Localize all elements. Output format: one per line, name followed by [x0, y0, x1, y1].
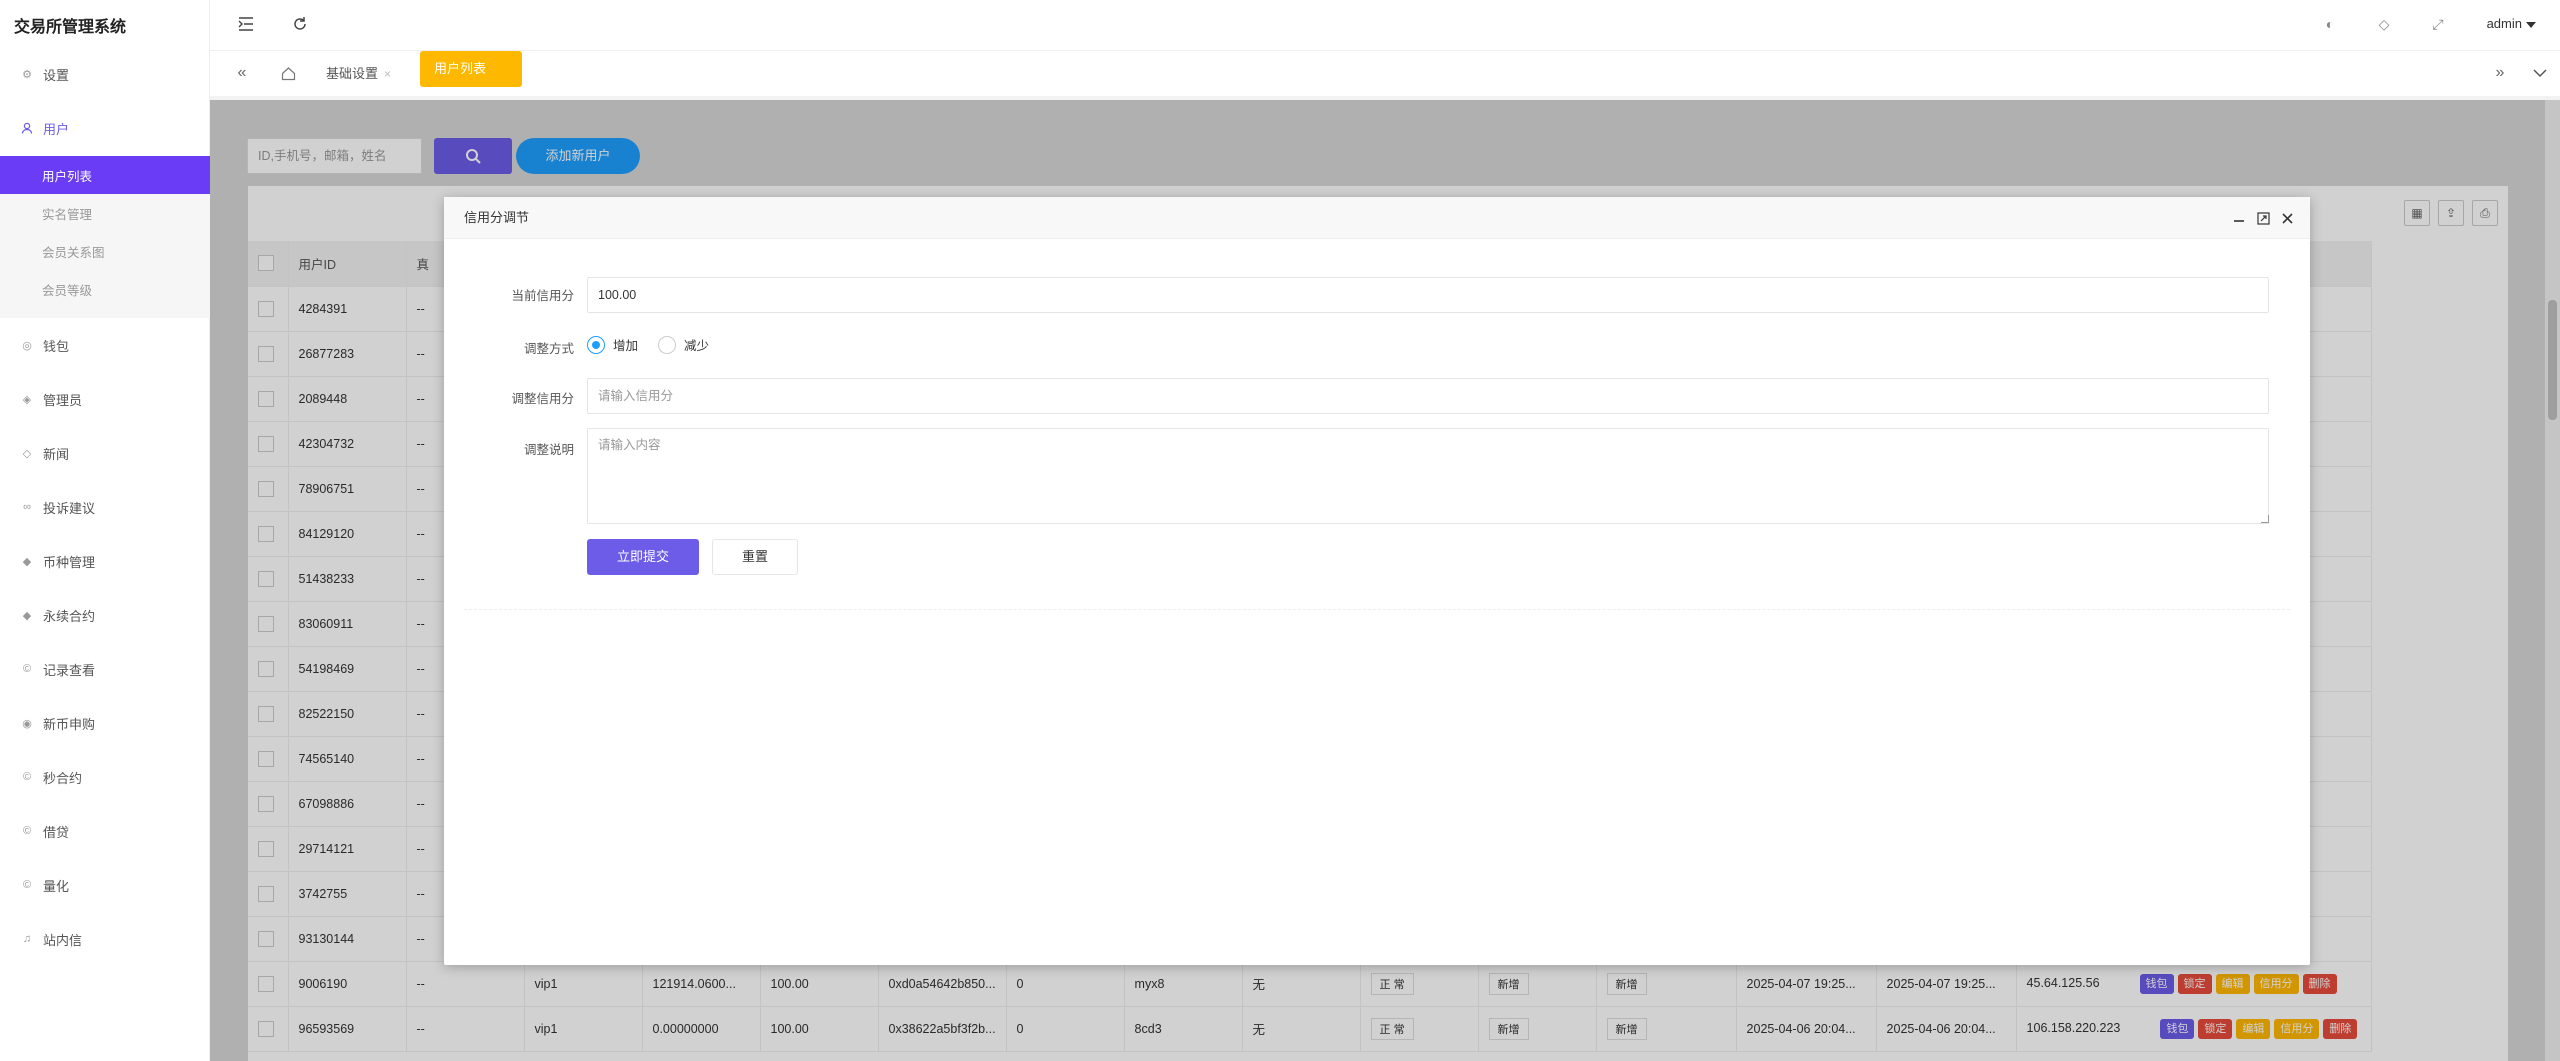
top-header: ◐ ◇ ⤢ admin	[210, 0, 2560, 50]
sidebar-item-label: 设置	[43, 67, 70, 83]
tabs-prev-icon[interactable]: «	[230, 61, 254, 85]
refresh-icon[interactable]	[290, 14, 310, 34]
note-textarea[interactable]: 请输入内容	[587, 428, 2269, 524]
admin-menu[interactable]: admin	[2487, 16, 2536, 31]
sidebar-item-wallet[interactable]: ◎ 钱包	[0, 318, 210, 372]
sidebar-item-loan[interactable]: © 借贷	[0, 804, 210, 858]
sidebar-item-label: 记录查看	[43, 662, 96, 678]
radio-label: 减少	[684, 339, 710, 353]
close-icon[interactable]	[2278, 209, 2296, 227]
diamond-icon: ◆	[22, 555, 32, 568]
tag-icon[interactable]: ◇	[2374, 14, 2394, 34]
submit-button[interactable]: 立即提交	[587, 539, 699, 575]
sidebar-item-messages[interactable]: ♫ 站内信	[0, 912, 210, 966]
sidebar-item-settings[interactable]: ⚙ 设置	[0, 48, 210, 100]
users-submenu: 用户列表 实名管理 会员关系图 会员等级	[0, 156, 210, 318]
user-icon	[20, 121, 34, 135]
wallet-icon: ◎	[22, 339, 32, 352]
dialog-title: 信用分调节	[444, 197, 2310, 239]
radio-unchecked-icon	[658, 335, 677, 354]
tabs-next-icon[interactable]: »	[2488, 61, 2512, 85]
tab-label: 基础设置	[326, 66, 379, 81]
note-label: 调整说明	[523, 443, 574, 457]
tabs-dropdown-icon[interactable]	[2528, 61, 2552, 85]
sidebar-item-records[interactable]: © 记录查看	[0, 642, 210, 696]
adjust-credit-label: 调整信用分	[511, 392, 574, 406]
tab-user-list[interactable]: 用户列表	[420, 51, 522, 87]
circle-c-icon: ©	[22, 879, 32, 891]
adjust-credit-input[interactable]: 请输入信用分	[587, 378, 2269, 414]
sidebar-item-label: 新闻	[43, 446, 70, 462]
sidebar-subitem-level[interactable]: 会员等级	[0, 270, 210, 308]
sidebar-subitem-user-list[interactable]: 用户列表	[0, 156, 210, 194]
sidebar-item-users[interactable]: 用户	[0, 100, 210, 156]
tab-basic-settings[interactable]: 基础设置 ×	[312, 56, 405, 92]
sidebar-menu: ⚙ 设置 用户 用户列表 实名管理 会员关系图 会员等级 ◎ 钱包 ◈ 管理员 ◇ 新…	[0, 48, 210, 966]
minimize-icon[interactable]	[2230, 209, 2248, 227]
radio-increase[interactable]: 增加	[587, 335, 638, 354]
fullscreen-icon[interactable]: ⤢	[2428, 14, 2448, 34]
dialog-divider	[464, 609, 2290, 610]
sidebar-item-second-contract[interactable]: © 秒合约	[0, 750, 210, 804]
sidebar-item-ipo[interactable]: ◉ 新币申购	[0, 696, 210, 750]
tab-label: 用户列表	[434, 61, 487, 76]
sidebar-item-perpetual[interactable]: ◆ 永续合约	[0, 588, 210, 642]
sidebar-item-coins[interactable]: ◆ 币种管理	[0, 534, 210, 588]
radio-decrease[interactable]: 减少	[658, 335, 709, 354]
sidebar-item-label: 投诉建议	[43, 500, 96, 516]
current-credit-field[interactable]: 100.00	[587, 277, 2269, 313]
shield-icon: ◈	[22, 393, 32, 406]
sidebar-item-label: 管理员	[43, 392, 83, 408]
home-icon[interactable]	[276, 61, 300, 85]
credit-adjust-dialog: 信用分调节 当前信用分 100.00 调整方式 增加 减少 调整信用分 请输入信…	[444, 197, 2310, 965]
sidebar-item-label: 秒合约	[43, 770, 83, 786]
sidebar-item-label: 用户	[43, 121, 70, 137]
circle-c-icon: ©	[22, 825, 32, 837]
reset-button[interactable]: 重置	[712, 539, 798, 575]
radio-checked-icon	[587, 335, 605, 354]
sidebar-item-label: 钱包	[43, 338, 70, 354]
radio-label: 增加	[613, 339, 639, 353]
bell-icon: ♫	[22, 933, 32, 945]
sidebar-item-feedback[interactable]: ∞ 投诉建议	[0, 480, 210, 534]
maximize-icon[interactable]	[2254, 209, 2272, 227]
theme-icon[interactable]: ◐	[2320, 14, 2340, 34]
sidebar-item-label: 币种管理	[43, 554, 96, 570]
gear-icon: ⚙	[22, 68, 32, 81]
sidebar-subitem-kyc[interactable]: 实名管理	[0, 194, 210, 232]
sidebar-item-label: 借贷	[43, 824, 70, 840]
sidebar-item-admin[interactable]: ◈ 管理员	[0, 372, 210, 426]
menu-fold-icon[interactable]	[236, 14, 256, 34]
current-credit-label: 当前信用分	[511, 289, 574, 303]
sidebar-item-quant[interactable]: © 量化	[0, 858, 210, 912]
diamond-icon: ◆	[22, 609, 32, 622]
admin-name: admin	[2486, 16, 2522, 31]
tabs-bar: « 基础设置 × 用户列表 »	[210, 50, 2560, 96]
resize-handle-icon[interactable]	[2261, 515, 2269, 523]
caret-down-icon	[2526, 21, 2536, 28]
coin-icon: ◉	[22, 717, 32, 730]
circle-c-icon: ©	[22, 771, 32, 783]
sidebar-item-label: 永续合约	[43, 608, 96, 624]
sidebar-item-news[interactable]: ◇ 新闻	[0, 426, 210, 480]
sidebar-item-label: 站内信	[43, 932, 83, 948]
circle-c-icon: ©	[22, 663, 32, 675]
handshake-icon: ∞	[23, 501, 31, 513]
sidebar-item-label: 新币申购	[43, 716, 96, 732]
close-icon[interactable]: ×	[384, 67, 391, 81]
tag-icon: ◇	[22, 447, 32, 460]
mode-radio-group: 增加 减少	[587, 335, 729, 354]
app-title: 交易所管理系统	[14, 19, 127, 36]
sidebar-item-label: 量化	[43, 878, 70, 894]
mode-label: 调整方式	[523, 342, 574, 356]
sidebar-subitem-relation[interactable]: 会员关系图	[0, 232, 210, 270]
sidebar: 交易所管理系统 ⚙ 设置 用户 用户列表 实名管理 会员关系图 会员等级 ◎ 钱包…	[0, 0, 210, 1061]
